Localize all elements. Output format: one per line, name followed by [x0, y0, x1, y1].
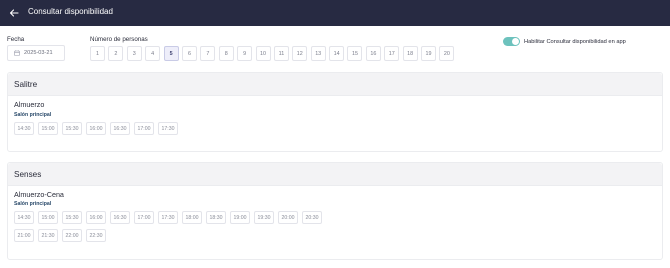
calendar-icon [14, 50, 20, 56]
time-slot-button[interactable]: 15:00 [38, 211, 58, 224]
room-name: Salón principal [14, 201, 52, 207]
persons-option-7[interactable]: 7 [200, 46, 216, 61]
date-picker[interactable]: 2025-03-21 [7, 45, 65, 61]
persons-option-20[interactable]: 20 [439, 46, 455, 61]
restaurant-card-senses: Senses Almuerzo-Cena Salón principal 14:… [7, 162, 663, 260]
persons-option-12[interactable]: 12 [292, 46, 308, 61]
time-slot-button[interactable]: 16:30 [110, 122, 130, 135]
service-name: Almuerzo [14, 100, 45, 109]
persons-option-18[interactable]: 18 [402, 46, 418, 61]
date-label: Fecha [7, 36, 25, 43]
persons-option-8[interactable]: 8 [218, 46, 234, 61]
time-slot-button[interactable]: 16:30 [110, 211, 130, 224]
persons-option-5[interactable]: 5 [163, 46, 179, 61]
time-slots: 14:30 15:00 15:30 16:00 16:30 17:00 17:30 18:00… [14, 211, 334, 242]
back-button[interactable] [6, 5, 22, 21]
persons-option-13[interactable]: 13 [310, 46, 326, 61]
time-slot-button[interactable]: 17:00 [134, 211, 154, 224]
time-slot-button[interactable]: 15:30 [62, 122, 82, 135]
time-slot-button[interactable]: 17:00 [134, 122, 154, 135]
persons-option-4[interactable]: 4 [145, 46, 161, 61]
persons-option-11[interactable]: 11 [273, 46, 289, 61]
restaurant-header: Salitre [8, 73, 662, 96]
time-slot-button[interactable]: 15:30 [62, 211, 82, 224]
persons-option-2[interactable]: 2 [108, 46, 124, 61]
persons-option-9[interactable]: 9 [237, 46, 253, 61]
time-slot-button[interactable]: 20:30 [302, 211, 322, 224]
top-bar: Consultar disponibilidad [0, 0, 670, 26]
time-slot-button[interactable]: 14:30 [14, 211, 34, 224]
time-slot-button[interactable]: 21:30 [38, 229, 58, 242]
service-name: Almuerzo-Cena [14, 190, 64, 199]
time-slot-button[interactable]: 22:00 [62, 229, 82, 242]
persons-option-16[interactable]: 16 [365, 46, 381, 61]
time-slot-button[interactable]: 17:30 [158, 122, 178, 135]
time-slot-button[interactable]: 16:00 [86, 211, 106, 224]
persons-option-1[interactable]: 1 [90, 46, 105, 61]
restaurant-name: Senses [14, 169, 42, 179]
persons-option-10[interactable]: 10 [255, 46, 271, 61]
time-slot-button[interactable]: 18:00 [182, 211, 202, 224]
persons-label: Número de personas [90, 36, 148, 43]
date-value: 2025-03-21 [24, 50, 53, 56]
toggle-knob [512, 38, 519, 45]
persons-option-19[interactable]: 19 [421, 46, 437, 61]
app-availability-toggle-row: Habilitar Consultar disponibilidad en ap… [503, 37, 626, 46]
time-slot-button[interactable]: 19:30 [254, 211, 274, 224]
time-slot-button[interactable]: 18:30 [206, 211, 226, 224]
persons-option-15[interactable]: 15 [347, 46, 363, 61]
time-slot-button[interactable]: 16:00 [86, 122, 106, 135]
persons-option-17[interactable]: 17 [384, 46, 400, 61]
persons-option-14[interactable]: 14 [329, 46, 345, 61]
toggle-label: Habilitar Consultar disponibilidad en ap… [524, 38, 626, 45]
time-slot-button[interactable]: 21:00 [14, 229, 34, 242]
page-title: Consultar disponibilidad [28, 7, 113, 16]
persons-option-6[interactable]: 6 [181, 46, 197, 61]
time-slot-button[interactable]: 22:30 [86, 229, 106, 242]
arrow-left-icon [9, 9, 19, 17]
time-slot-button[interactable]: 19:00 [230, 211, 250, 224]
time-slot-button[interactable]: 15:00 [38, 122, 58, 135]
time-slots: 14:30 15:00 15:30 16:00 16:30 17:00 17:30 [14, 122, 658, 135]
restaurant-card-salitre: Salitre Almuerzo Salón principal 14:30 15… [7, 72, 663, 152]
app-availability-toggle[interactable] [503, 37, 520, 46]
persons-selector: 1 2 3 4 5 6 7 8 9 10 11 12 13 14 15 16 17 18 19 20 [90, 46, 455, 61]
restaurant-name: Salitre [14, 79, 38, 89]
time-slot-button[interactable]: 20:00 [278, 211, 298, 224]
time-slot-button[interactable]: 17:30 [158, 211, 178, 224]
time-slot-button[interactable]: 14:30 [14, 122, 34, 135]
persons-option-3[interactable]: 3 [126, 46, 142, 61]
restaurant-header: Senses [8, 163, 662, 186]
room-name: Salón principal [14, 112, 52, 118]
